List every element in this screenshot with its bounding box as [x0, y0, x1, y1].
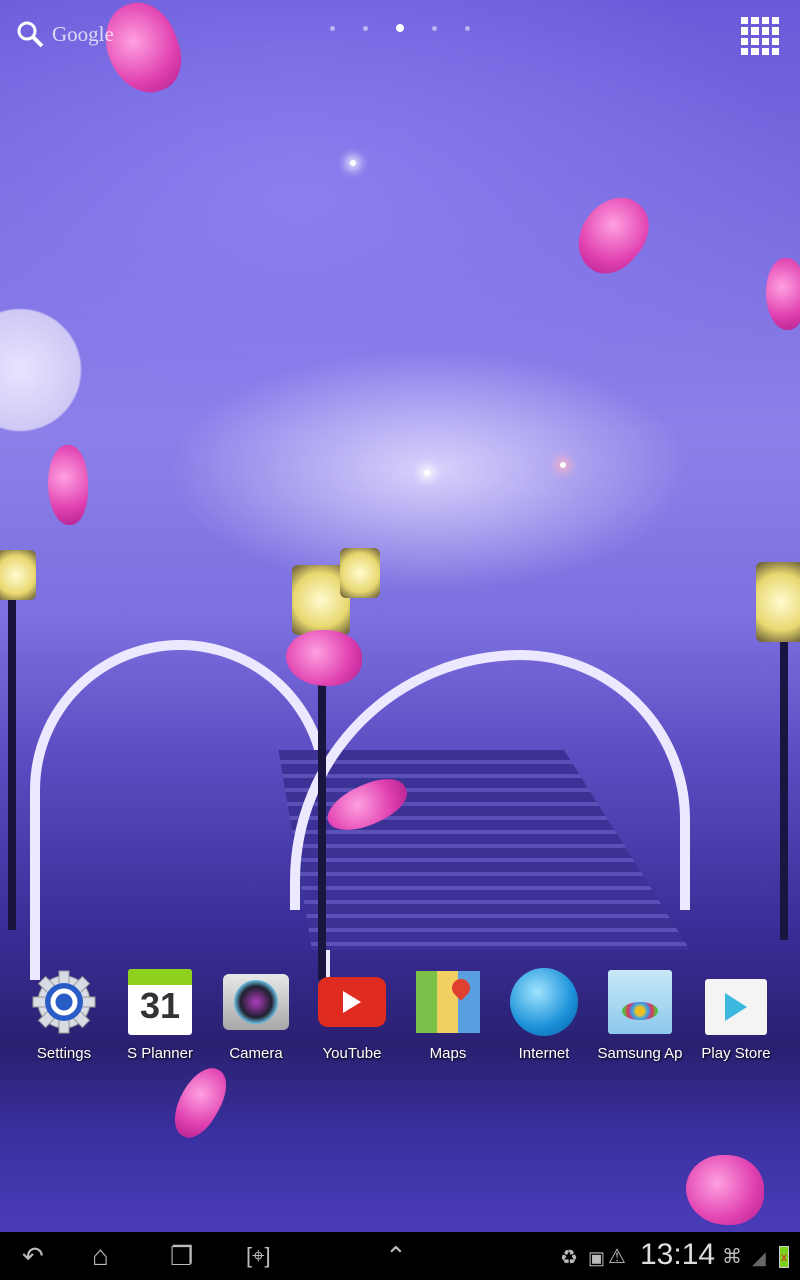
app-label: Play Store — [701, 1045, 771, 1062]
lamp — [0, 550, 36, 600]
camera-icon — [222, 968, 290, 1036]
app-play-store[interactable]: Play Store — [688, 968, 784, 1062]
globe-icon — [510, 968, 578, 1036]
youtube-icon — [318, 968, 386, 1036]
page-dot[interactable] — [465, 25, 470, 31]
calendar-day: 31 — [139, 985, 181, 1026]
search-icon — [17, 21, 44, 48]
petal — [286, 630, 362, 686]
app-settings[interactable]: Settings — [16, 968, 112, 1062]
app-label: Samsung Ap — [597, 1045, 683, 1062]
app-label: YouTube — [322, 1045, 382, 1062]
sparkle — [560, 462, 566, 468]
page-dot[interactable] — [330, 25, 335, 31]
play-store-icon — [702, 968, 770, 1036]
apps-grid-icon[interactable] — [741, 17, 779, 55]
samsung-apps-icon — [606, 968, 674, 1036]
page-dot[interactable] — [363, 25, 368, 31]
calendar-icon: 31 — [126, 968, 194, 1036]
petal — [766, 258, 800, 330]
app-label: Settings — [36, 1045, 92, 1062]
wifi-icon: ⌘ — [722, 1246, 742, 1268]
sparkle — [424, 470, 430, 476]
app-internet[interactable]: Internet — [496, 968, 592, 1062]
petal — [163, 1060, 237, 1145]
app-camera[interactable]: Camera — [208, 968, 304, 1062]
recent-apps-icon[interactable]: ❐ — [170, 1242, 193, 1270]
recycle-icon: ♻ — [560, 1247, 578, 1269]
app-samsung-apps[interactable]: Samsung Ap — [592, 968, 688, 1062]
system-navigation-bar: ↶ ⌂ ❐ [⌖] ⌃ ♻ ▣ ⚠ 13:14 ⌘ ◢ x — [0, 1232, 800, 1280]
app-maps[interactable]: Maps — [400, 968, 496, 1062]
app-label: Camera — [229, 1045, 283, 1062]
petal — [48, 445, 88, 525]
lamp — [756, 562, 800, 642]
lamp — [340, 548, 380, 598]
back-icon[interactable]: ↶ — [22, 1242, 44, 1270]
google-label: Google — [52, 21, 114, 46]
app-youtube[interactable]: YouTube — [304, 968, 400, 1062]
warning-icon: ⚠ — [608, 1246, 626, 1268]
settings-gear-icon — [30, 968, 98, 1036]
status-clock: 13:14 — [640, 1238, 716, 1271]
chevron-up-icon[interactable]: ⌃ — [385, 1242, 407, 1270]
petal — [686, 1155, 764, 1225]
app-dock: Settings 31 S Planner Camera YouTube Map… — [16, 968, 784, 1062]
sparkle — [350, 160, 356, 166]
battery-icon: x — [779, 1246, 789, 1268]
home-icon[interactable]: ⌂ — [92, 1242, 109, 1270]
page-dot-active[interactable] — [396, 24, 404, 32]
app-label: Internet — [518, 1045, 570, 1062]
petal — [94, 0, 192, 104]
lamp-post — [780, 620, 788, 940]
sd-card-icon: ▣ — [588, 1248, 606, 1268]
signal-icon: ◢ — [752, 1248, 766, 1268]
page-dot[interactable] — [432, 25, 437, 31]
page-indicator — [330, 24, 470, 32]
google-search-bar[interactable]: Google — [16, 20, 114, 48]
lamp-post — [8, 600, 16, 930]
right-bridge — [290, 650, 690, 910]
app-s-planner[interactable]: 31 S Planner — [112, 968, 208, 1062]
app-label: Maps — [429, 1045, 467, 1062]
app-label: S Planner — [127, 1045, 193, 1062]
left-bridge — [30, 640, 330, 980]
maps-icon — [414, 968, 482, 1036]
screenshot-icon[interactable]: [⌖] — [246, 1242, 271, 1270]
petal — [563, 184, 663, 286]
